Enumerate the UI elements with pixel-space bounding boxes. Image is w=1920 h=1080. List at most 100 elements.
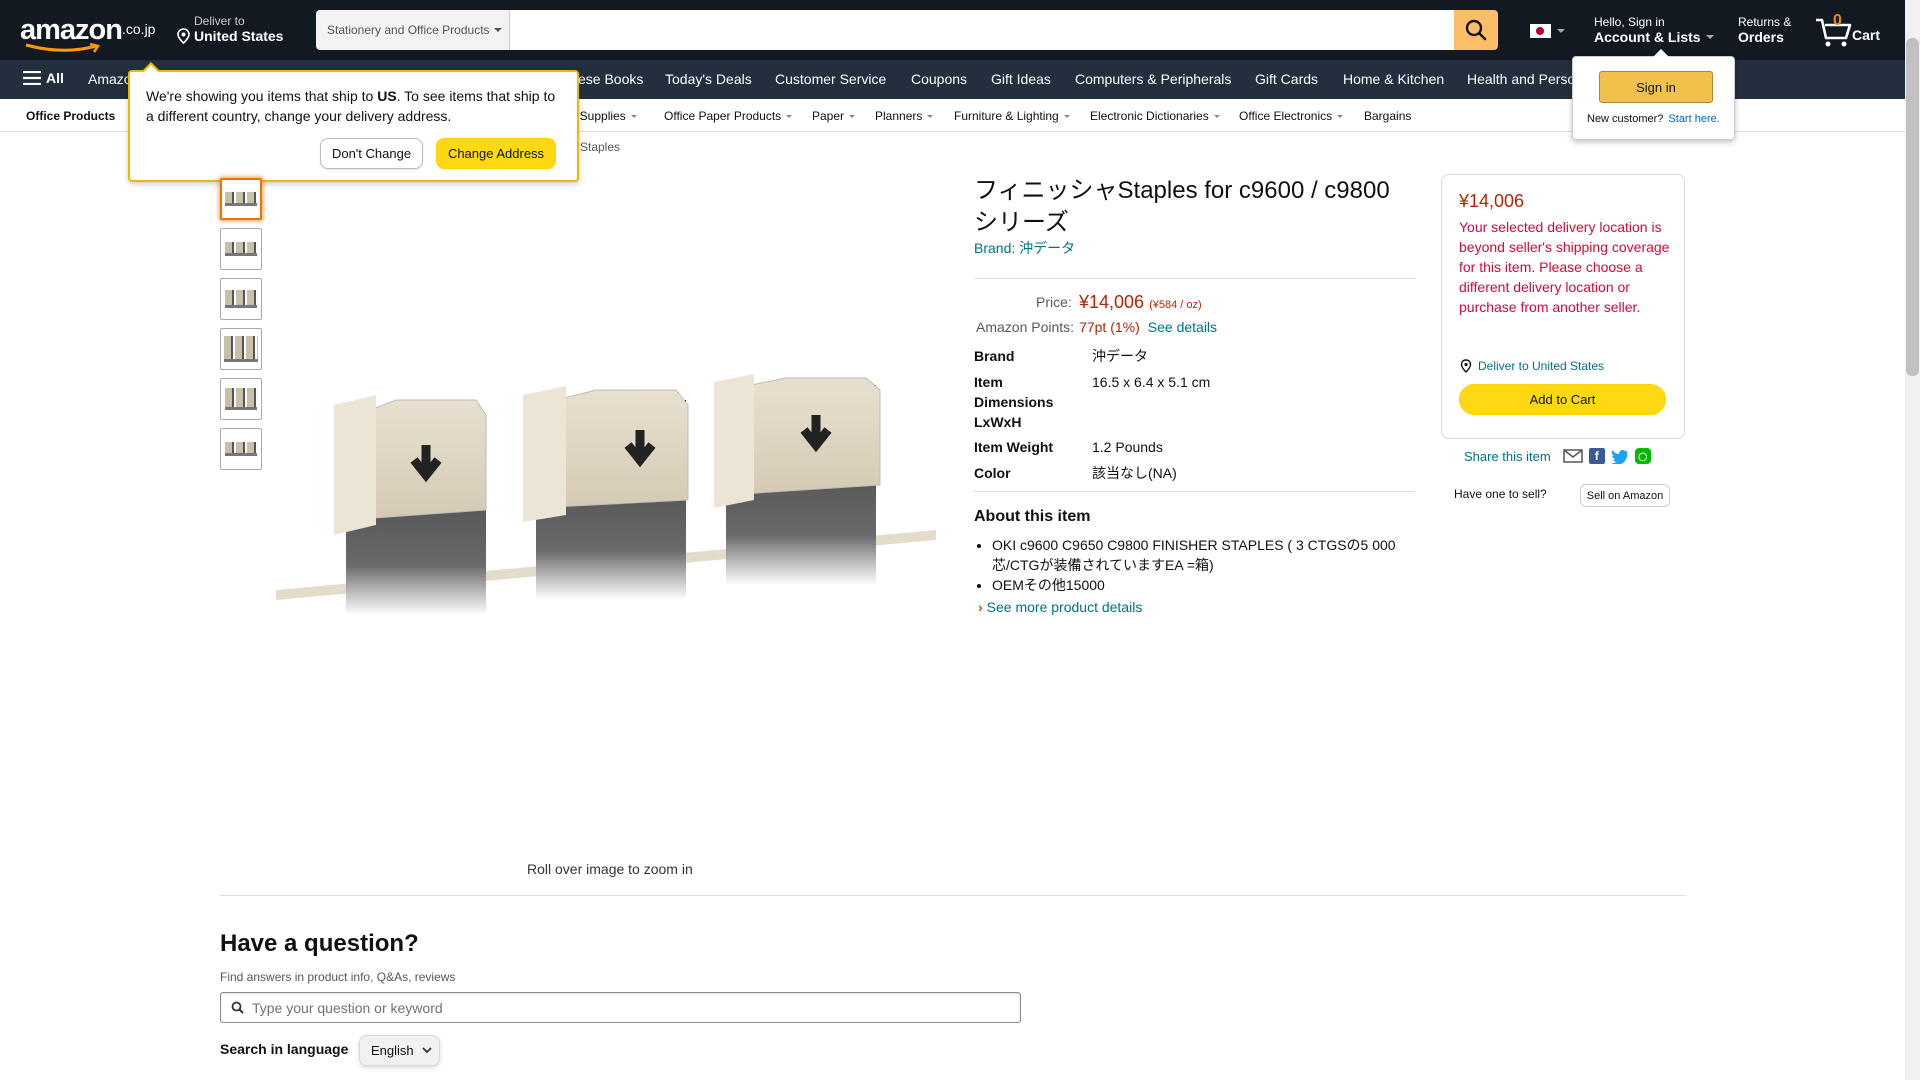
thumbnail-image xyxy=(224,336,258,362)
all-menu-button[interactable]: All xyxy=(23,70,64,86)
scrollbar-thumb[interactable] xyxy=(1906,38,1919,376)
chevron-down-icon xyxy=(493,28,502,32)
buy-box: ¥14,006 Your selected delivery location … xyxy=(1441,174,1685,439)
subnav-dictionaries[interactable]: Electronic Dictionaries xyxy=(1090,109,1220,123)
about-heading: About this item xyxy=(974,508,1091,525)
thumbnail[interactable] xyxy=(220,428,262,470)
facebook-icon[interactable]: f xyxy=(1588,448,1605,464)
product-title: フィニッシャStaples for c9600 / c9800 シリーズ xyxy=(974,177,1390,236)
nav-item-todays-deals[interactable]: Today's Deals xyxy=(665,71,752,87)
chevron-right-icon: › xyxy=(978,599,983,615)
shipping-warning: Your selected delivery location is beyon… xyxy=(1459,219,1670,315)
nav-item-books[interactable]: ese Books xyxy=(578,71,643,87)
account-lists-label: Account & Lists xyxy=(1594,29,1701,45)
all-label: All xyxy=(46,70,64,86)
see-more-label: See more product details xyxy=(986,599,1143,615)
chevron-down-icon xyxy=(1557,29,1565,33)
spec-value: 1.2 Pounds xyxy=(1092,439,1163,455)
thumbnail[interactable] xyxy=(220,178,262,220)
about-bullet: OEMその他15000 xyxy=(992,575,1417,595)
question-search-input[interactable]: Type your question or keyword xyxy=(220,992,1021,1023)
search-bar: Stationery and Office Products xyxy=(316,10,1498,50)
nav-item-gift-ideas[interactable]: Gift Ideas xyxy=(991,71,1051,87)
share-row: Share this item f ◯ xyxy=(1464,448,1651,464)
twitter-icon[interactable] xyxy=(1610,449,1629,464)
question-heading: Have a question? xyxy=(220,930,419,957)
thumbnail-image xyxy=(225,442,257,456)
spec-value: 該当なし(NA) xyxy=(1092,465,1177,481)
subnav-label: Planners xyxy=(875,109,923,123)
subnav-planners[interactable]: Planners xyxy=(875,109,934,123)
about-bullet: OKI c9600 C9650 C9800 FINISHER STAPLES (… xyxy=(992,535,1417,575)
add-to-cart-button[interactable]: Add to Cart xyxy=(1459,384,1666,415)
line-icon[interactable]: ◯ xyxy=(1634,448,1651,464)
smile-icon xyxy=(25,43,101,53)
question-placeholder: Type your question or keyword xyxy=(252,999,443,1016)
spec-value: 沖データ xyxy=(1092,348,1148,364)
thumbnail[interactable] xyxy=(220,328,262,370)
sell-on-amazon-button[interactable]: Sell on Amazon xyxy=(1580,484,1670,507)
thumbnail[interactable] xyxy=(220,378,262,420)
search-category-label: Stationery and Office Products xyxy=(327,23,490,37)
cart-button[interactable]: 0 Cart xyxy=(1814,12,1884,48)
search-button[interactable] xyxy=(1454,10,1498,50)
returns-orders-button[interactable]: Returns & Orders xyxy=(1738,15,1791,45)
signin-button[interactable]: Sign in xyxy=(1599,71,1713,103)
chevron-down-icon xyxy=(1213,114,1220,118)
buybox-price: ¥14,006 xyxy=(1459,191,1525,211)
dont-change-button[interactable]: Don't Change xyxy=(320,138,423,169)
points-details-link[interactable]: See details xyxy=(1148,319,1217,335)
language-value: English xyxy=(371,1043,414,1058)
account-lists-button[interactable]: Hello, Sign in Account & Lists xyxy=(1594,15,1714,45)
spec-key: Item Weight xyxy=(974,439,1054,455)
thumbnail[interactable] xyxy=(220,278,262,320)
points-row: Amazon Points: 77pt (1%) See details xyxy=(974,319,1217,335)
subnav-label: Furniture & Lighting xyxy=(954,109,1059,123)
thumbnail[interactable] xyxy=(220,228,262,270)
see-more-details-link[interactable]: › See more product details xyxy=(978,599,1142,615)
search-icon xyxy=(1465,19,1487,41)
subnav-office-electronics[interactable]: Office Electronics xyxy=(1239,109,1344,123)
language-selector[interactable] xyxy=(1530,24,1565,38)
subnav-furniture[interactable]: Furniture & Lighting xyxy=(954,109,1070,123)
price-value: ¥14,006 (¥584 / oz) xyxy=(1079,292,1202,313)
deliver-to-button[interactable]: Deliver to United States xyxy=(176,14,283,44)
spec-key: Brand xyxy=(974,348,1015,364)
share-label: Share this item xyxy=(1464,448,1551,464)
thumbnail-image xyxy=(225,242,257,256)
deliver-to-label: Deliver to United States xyxy=(1478,359,1605,373)
popover-text-before: We're showing you items that ship to xyxy=(146,88,378,104)
subnav-supplies[interactable]: , Supplies xyxy=(573,109,637,123)
email-icon[interactable] xyxy=(1562,449,1583,463)
subnav-label: Office Paper Products xyxy=(664,109,782,123)
start-here-link[interactable]: Start here. xyxy=(1668,113,1719,125)
subnav-label: , Supplies xyxy=(573,109,626,123)
breadcrumb[interactable]: Staples xyxy=(580,140,620,154)
have-one-to-sell: Have one to sell? xyxy=(1454,487,1547,501)
search-category-dropdown[interactable]: Stationery and Office Products xyxy=(316,10,510,50)
subnav-office-paper[interactable]: Office Paper Products xyxy=(664,109,793,123)
address-popover: We're showing you items that ship to US.… xyxy=(128,62,579,182)
subnav-paper[interactable]: Paper xyxy=(812,109,856,123)
nav-item-coupons[interactable]: Coupons xyxy=(911,71,967,87)
deliver-to-link[interactable]: Deliver to United States xyxy=(1460,359,1604,373)
nav-item-customer-service[interactable]: Customer Service xyxy=(775,71,886,87)
subnav-label: Electronic Dictionaries xyxy=(1090,109,1209,123)
question-subtitle: Find answers in product info, Q&As, revi… xyxy=(220,970,456,984)
orders-label: Orders xyxy=(1738,29,1784,45)
subnav-office-products[interactable]: Office Products xyxy=(26,109,115,123)
language-dropdown[interactable]: English xyxy=(359,1035,440,1066)
nav-item-computers[interactable]: Computers & Peripherals xyxy=(1075,71,1231,87)
nav-item-home-kitchen[interactable]: Home & Kitchen xyxy=(1343,71,1444,87)
product-image[interactable] xyxy=(276,360,946,660)
brand-link[interactable]: Brand: 沖データ xyxy=(974,238,1075,258)
change-address-button[interactable]: Change Address xyxy=(436,138,556,169)
unit-price: (¥584 / oz) xyxy=(1149,299,1202,311)
nav-item-health[interactable]: Health and Perso xyxy=(1467,71,1575,87)
subnav-label: Bargains xyxy=(1364,109,1412,123)
nav-item-gift-cards[interactable]: Gift Cards xyxy=(1255,71,1318,87)
subnav-bargains[interactable]: Bargains xyxy=(1364,109,1411,123)
japan-flag-icon xyxy=(1530,24,1551,38)
chevron-down-icon xyxy=(1705,35,1714,39)
search-input[interactable] xyxy=(510,10,1454,50)
